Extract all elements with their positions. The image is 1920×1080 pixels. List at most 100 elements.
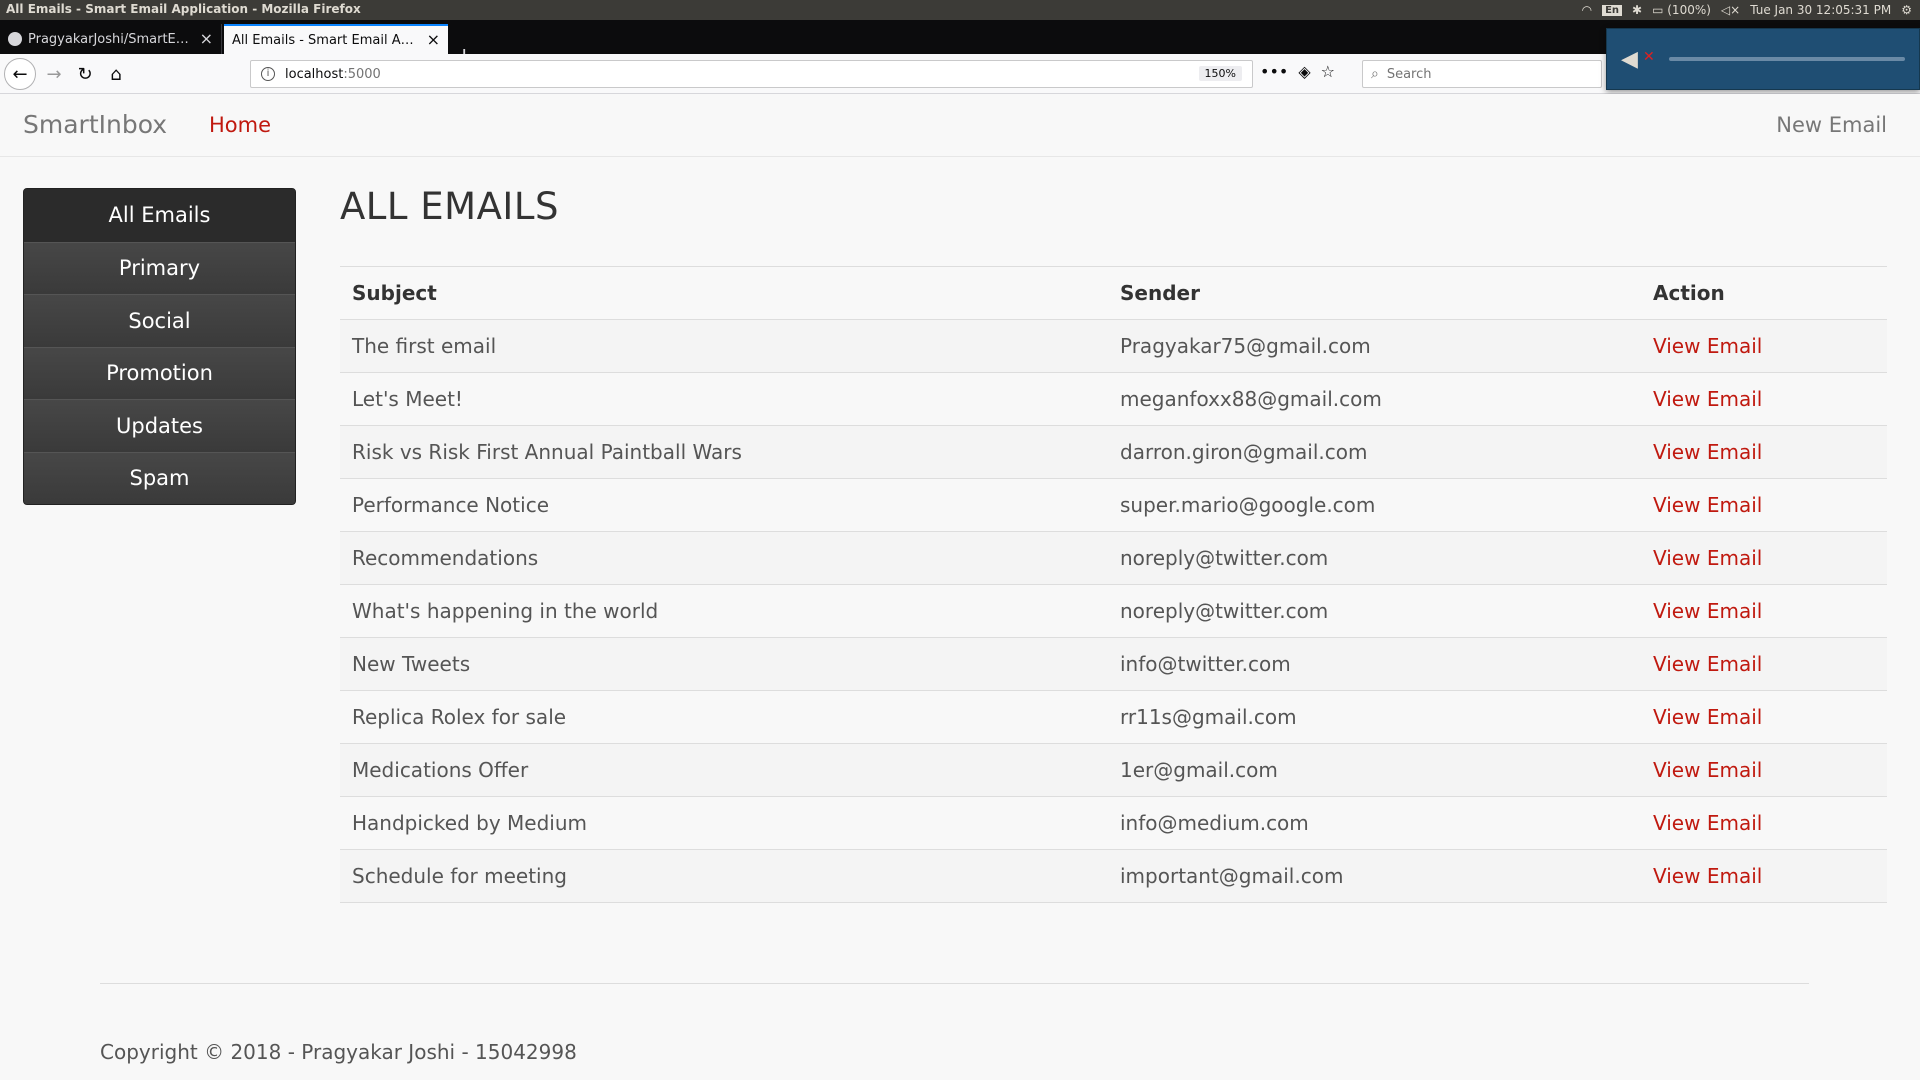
view-email-link[interactable]: View Email <box>1653 758 1762 782</box>
clock[interactable]: Tue Jan 30 12:05:31 PM <box>1750 3 1891 17</box>
sidebar-item-social[interactable]: Social <box>24 294 295 347</box>
view-email-link[interactable]: View Email <box>1653 811 1762 835</box>
email-sender: rr11s@gmail.com <box>1108 690 1641 744</box>
brand-logo[interactable]: SmartInbox <box>23 110 167 139</box>
table-row: Recommendations noreply@twitter.com View… <box>340 531 1887 585</box>
table-header-row: Subject Sender Action <box>340 266 1887 320</box>
header-action: Action <box>1641 266 1887 320</box>
table-row: What's happening in the world noreply@tw… <box>340 584 1887 638</box>
close-tab-icon[interactable]: × <box>200 31 213 47</box>
sidebar-item-spam[interactable]: Spam <box>24 451 295 504</box>
forward-arrow-icon[interactable]: → <box>40 60 68 88</box>
pocket-icon[interactable]: ◈ <box>1298 62 1310 81</box>
tab-github[interactable]: PragyakarJoshi/SmartEmail × <box>0 24 222 54</box>
app-navbar: SmartInbox Home New Email <box>0 94 1920 157</box>
email-sender: info@medium.com <box>1108 796 1641 850</box>
email-sender: darron.giron@gmail.com <box>1108 425 1641 479</box>
bluetooth-icon[interactable]: ✱ <box>1632 3 1642 17</box>
email-sender: noreply@twitter.com <box>1108 584 1641 638</box>
keyboard-language-indicator[interactable]: En <box>1602 4 1623 16</box>
email-subject: Handpicked by Medium <box>340 796 1108 850</box>
email-sender: meganfoxx88@gmail.com <box>1108 372 1641 426</box>
window-title: All Emails - Smart Email Application - M… <box>6 2 361 16</box>
table-row: Medications Offer 1er@gmail.com View Ema… <box>340 743 1887 797</box>
email-table: Subject Sender Action The first email Pr… <box>340 266 1887 903</box>
view-email-link[interactable]: View Email <box>1653 334 1762 358</box>
tab-active-smartinbox[interactable]: All Emails - Smart Email Application × <box>224 24 448 54</box>
battery-status[interactable]: ▭ (100%) <box>1652 3 1711 17</box>
page-actions: ••• ◈ ☆ <box>1260 62 1335 81</box>
volume-popup: ◀ ✕ <box>1606 28 1920 90</box>
page-actions-menu-icon[interactable]: ••• <box>1260 62 1288 81</box>
footer-copyright: Copyright © 2018 - Pragyakar Joshi - 150… <box>100 1040 577 1064</box>
view-email-link[interactable]: View Email <box>1653 387 1762 411</box>
table-row: The first email Pragyakar75@gmail.com Vi… <box>340 319 1887 373</box>
email-subject: New Tweets <box>340 637 1108 691</box>
header-subject: Subject <box>340 266 1108 320</box>
site-info-icon[interactable]: i <box>261 67 275 81</box>
email-sender: noreply@twitter.com <box>1108 531 1641 585</box>
wifi-icon[interactable]: ◠ <box>1582 3 1592 17</box>
table-row: New Tweets info@twitter.com View Email <box>340 637 1887 691</box>
zoom-level-badge[interactable]: 150% <box>1198 66 1242 81</box>
email-sender: important@gmail.com <box>1108 849 1641 903</box>
url-bar[interactable]: i localhost:5000 150% <box>250 60 1253 88</box>
email-subject: Let's Meet! <box>340 372 1108 426</box>
email-sender: Pragyakar75@gmail.com <box>1108 319 1641 373</box>
sidebar-item-all-emails[interactable]: All Emails <box>24 189 295 242</box>
speaker-icon[interactable]: ◀ <box>1621 47 1638 72</box>
email-sender: super.mario@google.com <box>1108 478 1641 532</box>
email-sender: info@twitter.com <box>1108 637 1641 691</box>
search-bar[interactable]: ⌕ Search <box>1362 60 1602 88</box>
search-icon: ⌕ <box>1371 66 1379 82</box>
view-email-link[interactable]: View Email <box>1653 493 1762 517</box>
search-placeholder: Search <box>1386 66 1432 82</box>
github-icon <box>8 32 22 46</box>
table-row: Schedule for meeting important@gmail.com… <box>340 849 1887 903</box>
email-subject: Schedule for meeting <box>340 849 1108 903</box>
email-sender: 1er@gmail.com <box>1108 743 1641 797</box>
home-icon[interactable]: ⌂ <box>102 60 130 88</box>
nav-home-link[interactable]: Home <box>209 113 271 137</box>
email-subject: What's happening in the world <box>340 584 1108 638</box>
email-subject: Recommendations <box>340 531 1108 585</box>
url-port: :5000 <box>343 66 381 82</box>
bookmark-star-icon[interactable]: ☆ <box>1321 62 1335 81</box>
header-sender: Sender <box>1108 266 1641 320</box>
folder-sidebar: All Emails Primary Social Promotion Upda… <box>23 188 296 505</box>
table-row: Risk vs Risk First Annual Paintball Wars… <box>340 425 1887 479</box>
close-tab-icon[interactable]: × <box>427 32 440 48</box>
sidebar-item-primary[interactable]: Primary <box>24 241 295 294</box>
page-title: ALL EMAILS <box>340 185 559 228</box>
table-row: Let's Meet! meganfoxx88@gmail.com View E… <box>340 372 1887 426</box>
email-subject: Performance Notice <box>340 478 1108 532</box>
url-host: localhost <box>285 66 344 82</box>
sidebar-item-updates[interactable]: Updates <box>24 399 295 452</box>
view-email-link[interactable]: View Email <box>1653 599 1762 623</box>
tab-title: All Emails - Smart Email Application <box>232 32 419 48</box>
mute-x-icon: ✕ <box>1643 49 1655 65</box>
table-row: Performance Notice super.mario@google.co… <box>340 478 1887 532</box>
volume-slider[interactable] <box>1669 57 1905 61</box>
email-subject: Medications Offer <box>340 743 1108 797</box>
tab-title: PragyakarJoshi/SmartEmail <box>28 31 192 47</box>
view-email-link[interactable]: View Email <box>1653 652 1762 676</box>
email-subject: Risk vs Risk First Annual Paintball Wars <box>340 425 1108 479</box>
view-email-link[interactable]: View Email <box>1653 705 1762 729</box>
footer-divider <box>100 983 1809 984</box>
battery-icon: ▭ <box>1652 3 1664 17</box>
nav-new-email-link[interactable]: New Email <box>1776 113 1887 137</box>
settings-gear-icon[interactable]: ⚙ <box>1901 3 1912 17</box>
table-row: Replica Rolex for sale rr11s@gmail.com V… <box>340 690 1887 744</box>
table-row: Handpicked by Medium info@medium.com Vie… <box>340 796 1887 850</box>
email-subject: The first email <box>340 319 1108 373</box>
system-tray: ◠ En ✱ ▭ (100%) ◁× Tue Jan 30 12:05:31 P… <box>1582 0 1920 20</box>
view-email-link[interactable]: View Email <box>1653 440 1762 464</box>
view-email-link[interactable]: View Email <box>1653 864 1762 888</box>
sidebar-item-promotion[interactable]: Promotion <box>24 346 295 399</box>
back-arrow-icon[interactable]: ← <box>4 58 36 90</box>
view-email-link[interactable]: View Email <box>1653 546 1762 570</box>
volume-muted-icon[interactable]: ◁× <box>1721 3 1740 17</box>
reload-icon[interactable]: ↻ <box>71 60 99 88</box>
email-subject: Replica Rolex for sale <box>340 690 1108 744</box>
